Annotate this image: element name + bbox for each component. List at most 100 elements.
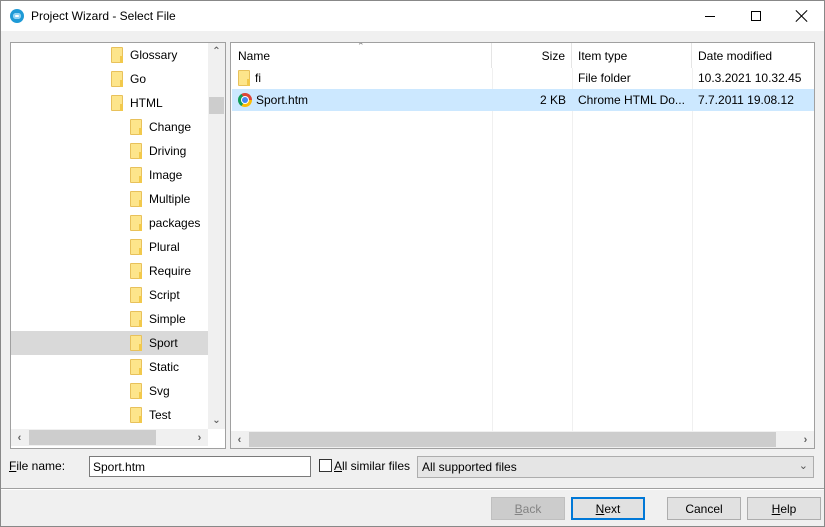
- help-button[interactable]: Help: [747, 497, 821, 520]
- tree-item-html[interactable]: HTML: [11, 91, 208, 115]
- file-type: Chrome HTML Do...: [578, 93, 685, 107]
- back-accesskey: B: [514, 501, 523, 516]
- similar-label-accesskey: A: [334, 459, 343, 473]
- file-type: File folder: [578, 71, 631, 85]
- column-header-type[interactable]: Item type: [572, 43, 692, 68]
- project-wizard-dialog: Project Wizard - Select File Glossary Go H…: [0, 0, 825, 527]
- tree-item-packages[interactable]: packages: [11, 211, 208, 235]
- column-date-label: Date modified: [698, 48, 773, 63]
- filename-input[interactable]: [89, 456, 311, 477]
- filename-label-text: ile name:: [16, 459, 66, 473]
- tree-vertical-scroll-thumb[interactable]: [209, 97, 224, 114]
- tree-item-test[interactable]: Test: [11, 403, 208, 427]
- tree-item-change[interactable]: Change: [11, 115, 208, 139]
- all-similar-files-checkbox[interactable]: [319, 459, 332, 472]
- tree-vertical-scrollbar[interactable]: ⌃ ⌄: [208, 43, 225, 429]
- tree-item-script[interactable]: Script: [11, 283, 208, 307]
- tree-item-label: Plural: [149, 240, 180, 254]
- file-name: fi: [255, 71, 261, 85]
- footer-divider-highlight: [1, 489, 824, 490]
- folder-icon: [130, 359, 142, 375]
- tree-item-label: Glossary: [130, 48, 178, 62]
- maximize-button[interactable]: [733, 1, 779, 31]
- minimize-button[interactable]: [687, 1, 733, 31]
- next-button[interactable]: Next: [571, 497, 645, 520]
- tree-item-label: Driving: [149, 144, 187, 158]
- tree-item-label: Go: [130, 72, 147, 86]
- tree-item-image[interactable]: Image: [11, 163, 208, 187]
- tree-item-label: Require: [149, 264, 192, 278]
- scroll-left-arrow-icon[interactable]: ‹: [11, 429, 28, 446]
- column-header-name[interactable]: Name ⌃: [231, 43, 492, 68]
- tree-item-multiple[interactable]: Multiple: [11, 187, 208, 211]
- tree-item-svg[interactable]: Svg: [11, 379, 208, 403]
- tree-item-require[interactable]: Require: [11, 259, 208, 283]
- scroll-right-arrow-icon[interactable]: ›: [797, 431, 814, 448]
- sort-ascending-icon: ⌃: [357, 42, 365, 51]
- column-divider: [492, 68, 493, 431]
- file-date: 7.7.2011 19.08.12: [698, 93, 794, 107]
- file-type-filter-dropdown[interactable]: All supported files ⌄: [417, 456, 814, 478]
- title-bar: Project Wizard - Select File: [1, 1, 824, 31]
- folder-icon: [130, 119, 142, 135]
- similar-label-text: ll similar files: [342, 459, 411, 473]
- folder-icon: [130, 167, 142, 183]
- cancel-button[interactable]: Cancel: [667, 497, 741, 520]
- tree-item-label: Sport: [149, 336, 178, 350]
- chevron-down-icon: ⌄: [798, 460, 808, 472]
- filelist-horizontal-scroll-thumb[interactable]: [249, 432, 776, 447]
- next-label: ext: [604, 501, 621, 516]
- file-size: [492, 67, 566, 89]
- chrome-icon: [238, 93, 252, 107]
- file-date: 10.3.2021 10.32.45: [698, 71, 802, 85]
- file-name: Sport.htm: [256, 93, 309, 107]
- scroll-left-arrow-icon[interactable]: ‹: [231, 431, 248, 448]
- tree-item-label: packages: [149, 216, 201, 230]
- scroll-right-arrow-icon[interactable]: ›: [191, 429, 208, 446]
- tree-item-static[interactable]: Static: [11, 355, 208, 379]
- column-divider: [572, 68, 573, 431]
- folder-icon: [130, 191, 142, 207]
- tree-horizontal-scrollbar[interactable]: ‹ ›: [11, 429, 208, 446]
- scroll-up-arrow-icon[interactable]: ⌃: [208, 43, 225, 60]
- tree-item-label: Script: [149, 288, 180, 302]
- window-title: Project Wizard - Select File: [31, 9, 176, 23]
- folder-icon: [130, 287, 142, 303]
- filelist-horizontal-scrollbar[interactable]: ‹ ›: [231, 431, 814, 448]
- all-similar-files-label[interactable]: All similar files: [334, 459, 410, 473]
- file-list[interactable]: Name ⌃ Size Item type Date modified fi F…: [230, 42, 815, 449]
- folder-icon: [130, 383, 142, 399]
- tree-item-label: Multiple: [149, 192, 191, 206]
- folder-icon: [130, 311, 142, 327]
- back-button[interactable]: Back: [491, 497, 565, 520]
- column-name-label: Name: [238, 48, 271, 63]
- file-size: 2 KB: [539, 93, 566, 107]
- tree-item-simple[interactable]: Simple: [11, 307, 208, 331]
- column-header-date[interactable]: Date modified: [692, 43, 814, 68]
- tree-horizontal-scroll-thumb[interactable]: [29, 430, 156, 445]
- tree-item-plural[interactable]: Plural: [11, 235, 208, 259]
- folder-icon: [111, 71, 123, 87]
- tree-item-go[interactable]: Go: [11, 67, 208, 91]
- folder-tree[interactable]: Glossary Go HTML Change Driving Image Multiple…: [10, 42, 226, 449]
- tree-item-label: Image: [149, 168, 183, 182]
- close-button[interactable]: [779, 1, 825, 31]
- tree-item-sport[interactable]: Sport: [11, 331, 208, 355]
- folder-icon: [130, 407, 142, 423]
- column-type-label: Item type: [578, 48, 628, 63]
- tree-item-driving[interactable]: Driving: [11, 139, 208, 163]
- tree-item-label: HTML: [130, 96, 163, 110]
- filename-label: File name:: [9, 459, 65, 473]
- column-size-label: Size: [541, 48, 565, 63]
- file-row-selected[interactable]: Sport.htm 2 KB Chrome HTML Do... 7.7.201…: [232, 89, 814, 111]
- tree-item-label: Change: [149, 120, 192, 134]
- scroll-down-arrow-icon[interactable]: ⌄: [208, 412, 225, 429]
- column-header-size[interactable]: Size: [492, 43, 572, 68]
- tree-item-label: Test: [149, 408, 172, 422]
- tree-item-label: Simple: [149, 312, 186, 326]
- tree-item-label: Static: [149, 360, 180, 374]
- folder-icon: [130, 143, 142, 159]
- tree-item-glossary[interactable]: Glossary: [11, 43, 208, 67]
- folder-icon: [238, 70, 250, 86]
- file-row[interactable]: fi File folder 10.3.2021 10.32.45: [232, 67, 814, 89]
